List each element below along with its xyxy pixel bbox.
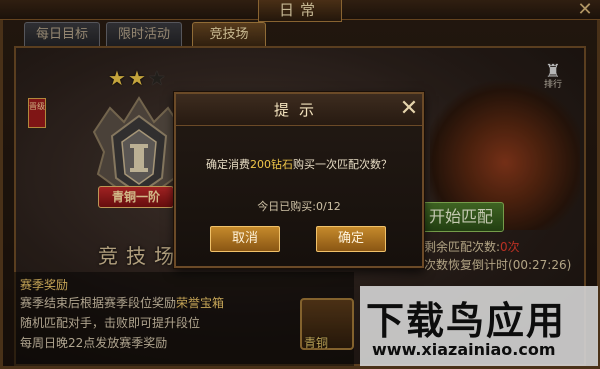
message-cost: 200钻石 — [250, 158, 293, 171]
dialog-title: 提示 — [273, 101, 324, 119]
message-prefix: 确定消费 — [206, 158, 250, 171]
purchase-dialog: 提示 ✕ 确定消费200钻石购买一次匹配次数？ 今日已购买:0/12 取消 确定 — [174, 92, 424, 268]
confirm-button[interactable]: 确定 — [316, 226, 386, 252]
message-suffix: 购买一次匹配次数？ — [293, 158, 392, 171]
dialog-close-icon[interactable]: ✕ — [398, 98, 420, 120]
cancel-button[interactable]: 取消 — [210, 226, 280, 252]
purchased-count: 今日已购买:0/12 — [257, 200, 341, 213]
dialog-message: 确定消费200钻石购买一次匹配次数？ — [176, 156, 422, 172]
